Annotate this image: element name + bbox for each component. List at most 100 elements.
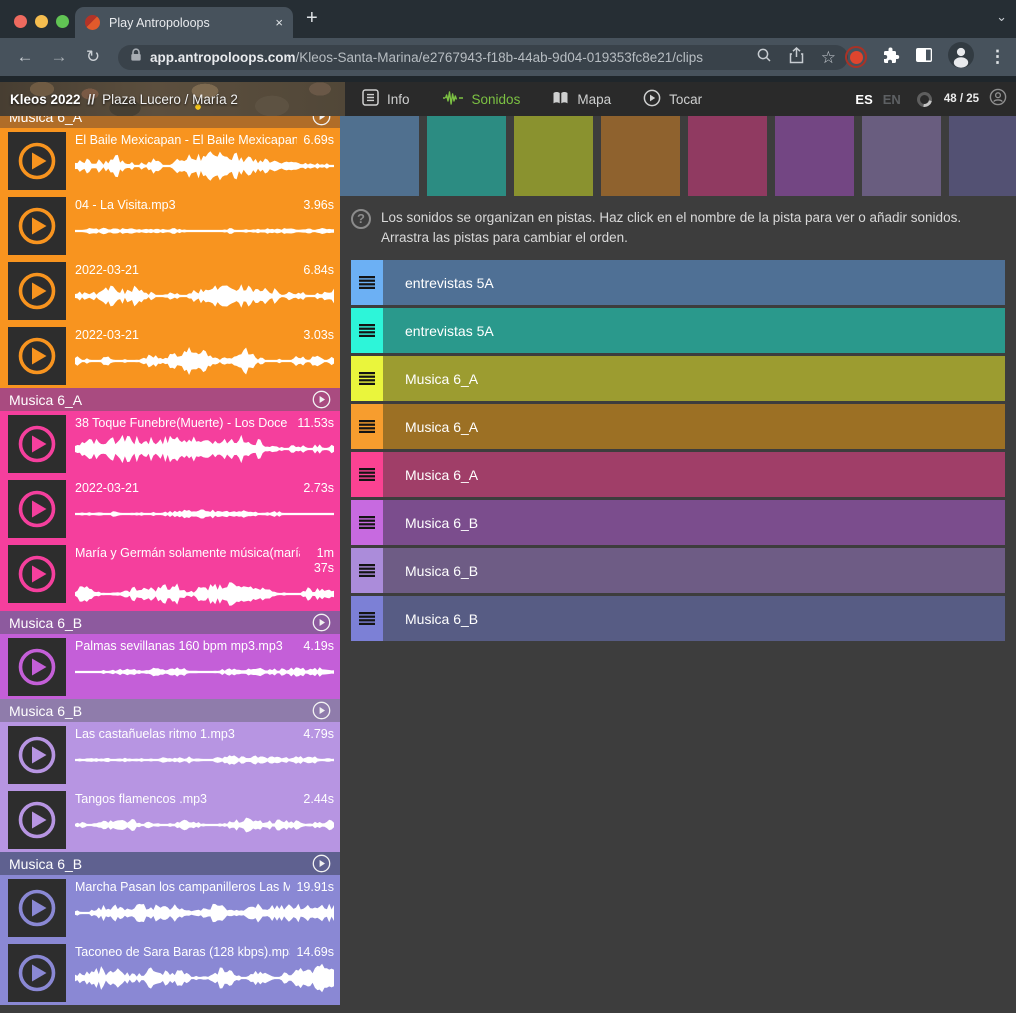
clip-tile[interactable] <box>775 116 854 196</box>
clip-waveform[interactable] <box>75 578 334 611</box>
drag-handle[interactable] <box>351 356 383 401</box>
clip-waveform[interactable] <box>75 345 334 379</box>
url-text: app.antropoloops.com/Kleos-Santa-Marina/… <box>150 50 748 65</box>
clip-play-button[interactable] <box>8 944 66 1002</box>
section-play-icon[interactable] <box>312 854 331 873</box>
tab-search-chevron-icon[interactable]: ⌄ <box>996 9 1007 25</box>
clip-waveform[interactable] <box>75 150 334 184</box>
clip-play-button[interactable] <box>8 791 66 849</box>
track-body[interactable]: Musica 6_A <box>383 452 1005 497</box>
track-body[interactable]: entrevistas 5A <box>383 308 1005 353</box>
clip-play-button[interactable] <box>8 197 66 255</box>
clip-play-button[interactable] <box>8 545 66 603</box>
section-header[interactable]: Musica 6_A <box>0 116 340 128</box>
clip-tile[interactable] <box>862 116 941 196</box>
clip-waveform[interactable] <box>75 809 334 843</box>
nav-mapa[interactable]: Mapa <box>552 90 611 109</box>
section-header[interactable]: Musica 6_B <box>0 611 340 634</box>
clip-waveform[interactable] <box>75 215 334 249</box>
track-body[interactable]: Musica 6_B <box>383 596 1005 641</box>
track-row[interactable]: entrevistas 5A <box>351 260 1005 305</box>
address-bar[interactable]: app.antropoloops.com/Kleos-Santa-Marina/… <box>118 45 848 70</box>
clip-waveform[interactable] <box>75 656 334 690</box>
section-play-icon[interactable] <box>312 116 331 126</box>
track-body[interactable]: Musica 6_B <box>383 500 1005 545</box>
bookmark-star-icon[interactable]: ☆ <box>821 49 836 66</box>
track-row[interactable]: Musica 6_B <box>351 596 1005 641</box>
user-account-icon[interactable] <box>989 88 1007 111</box>
drag-handle[interactable] <box>351 452 383 497</box>
track-row[interactable]: Musica 6_B <box>351 500 1005 545</box>
clip-play-button[interactable] <box>8 327 66 385</box>
clip-name: Marcha Pasan los campanilleros Las Mejor… <box>75 880 290 895</box>
clip-waveform[interactable] <box>75 897 334 931</box>
side-panel-icon[interactable] <box>915 47 933 68</box>
lang-en-button[interactable]: EN <box>883 92 901 107</box>
clip-tile[interactable] <box>949 116 1016 196</box>
clip-tile[interactable] <box>601 116 680 196</box>
zoom-page-icon[interactable] <box>756 47 772 68</box>
section-play-icon[interactable] <box>312 701 331 720</box>
record-indicator-icon[interactable] <box>845 46 867 68</box>
close-window-button[interactable] <box>14 15 27 28</box>
track-row[interactable]: Musica 6_B <box>351 548 1005 593</box>
clip-waveform[interactable] <box>75 433 334 467</box>
clip-name: 38 Toque Funebre(Muerte) - Los Doce Par.… <box>75 416 291 431</box>
tab-close-icon[interactable]: × <box>275 15 283 30</box>
forward-button[interactable]: → <box>42 47 76 67</box>
clip-tile[interactable] <box>340 116 419 196</box>
clip-waveform[interactable] <box>75 744 334 778</box>
clip-waveform[interactable] <box>75 962 334 996</box>
clip-play-button[interactable] <box>8 638 66 696</box>
fullscreen-window-button[interactable] <box>56 15 69 28</box>
new-tab-button[interactable]: + <box>306 7 318 30</box>
track-row[interactable]: Musica 6_A <box>351 452 1005 497</box>
clip-tile[interactable] <box>514 116 593 196</box>
extensions-puzzle-icon[interactable] <box>882 46 900 69</box>
clip-tile[interactable] <box>427 116 506 196</box>
track-row[interactable]: Musica 6_A <box>351 356 1005 401</box>
section-header[interactable]: Musica 6_A <box>0 388 340 411</box>
track-body[interactable]: Musica 6_B <box>383 548 1005 593</box>
profile-avatar[interactable] <box>948 42 974 73</box>
clip: 04 - La Visita.mp33.96s <box>0 193 340 258</box>
track-body[interactable]: entrevistas 5A <box>383 260 1005 305</box>
window-controls[interactable] <box>14 15 69 28</box>
section-header[interactable]: Musica 6_B <box>0 699 340 722</box>
track-body[interactable]: Musica 6_A <box>383 356 1005 401</box>
section-play-icon[interactable] <box>312 613 331 632</box>
clip-play-button[interactable] <box>8 262 66 320</box>
nav-info[interactable]: Info <box>362 89 410 109</box>
clip-waveform[interactable] <box>75 280 334 314</box>
reload-button[interactable]: ↻ <box>76 47 110 67</box>
drag-handle[interactable] <box>351 308 383 353</box>
browser-tab[interactable]: Play Antropoloops × <box>75 7 293 38</box>
drag-handle[interactable] <box>351 404 383 449</box>
clip-tile[interactable] <box>688 116 767 196</box>
share-icon[interactable] <box>789 47 804 69</box>
clip-play-button[interactable] <box>8 132 66 190</box>
clip-play-button[interactable] <box>8 726 66 784</box>
drag-handle[interactable] <box>351 596 383 641</box>
clip-waveform[interactable] <box>75 498 334 532</box>
map-thumbnail[interactable]: Kleos 2022 // Plaza Lucero / María 2 <box>0 82 345 116</box>
nav-sonidos[interactable]: Sonidos <box>442 90 521 109</box>
section-header[interactable]: Musica 6_B <box>0 852 340 875</box>
back-button[interactable]: ← <box>8 47 42 67</box>
nav-tocar[interactable]: Tocar <box>643 89 702 110</box>
drag-handle[interactable] <box>351 260 383 305</box>
lock-icon[interactable] <box>130 48 142 67</box>
clip-play-button[interactable] <box>8 879 66 937</box>
clip-play-button[interactable] <box>8 480 66 538</box>
drag-handle[interactable] <box>351 500 383 545</box>
drag-handle[interactable] <box>351 548 383 593</box>
track-row[interactable]: Musica 6_A <box>351 404 1005 449</box>
clip-play-button[interactable] <box>8 415 66 473</box>
tab-title: Play Antropoloops <box>109 16 266 30</box>
track-body[interactable]: Musica 6_A <box>383 404 1005 449</box>
track-row[interactable]: entrevistas 5A <box>351 308 1005 353</box>
section-play-icon[interactable] <box>312 390 331 409</box>
minimize-window-button[interactable] <box>35 15 48 28</box>
browser-menu-icon[interactable]: ⋮ <box>989 47 1006 67</box>
lang-es-button[interactable]: ES <box>855 92 872 107</box>
